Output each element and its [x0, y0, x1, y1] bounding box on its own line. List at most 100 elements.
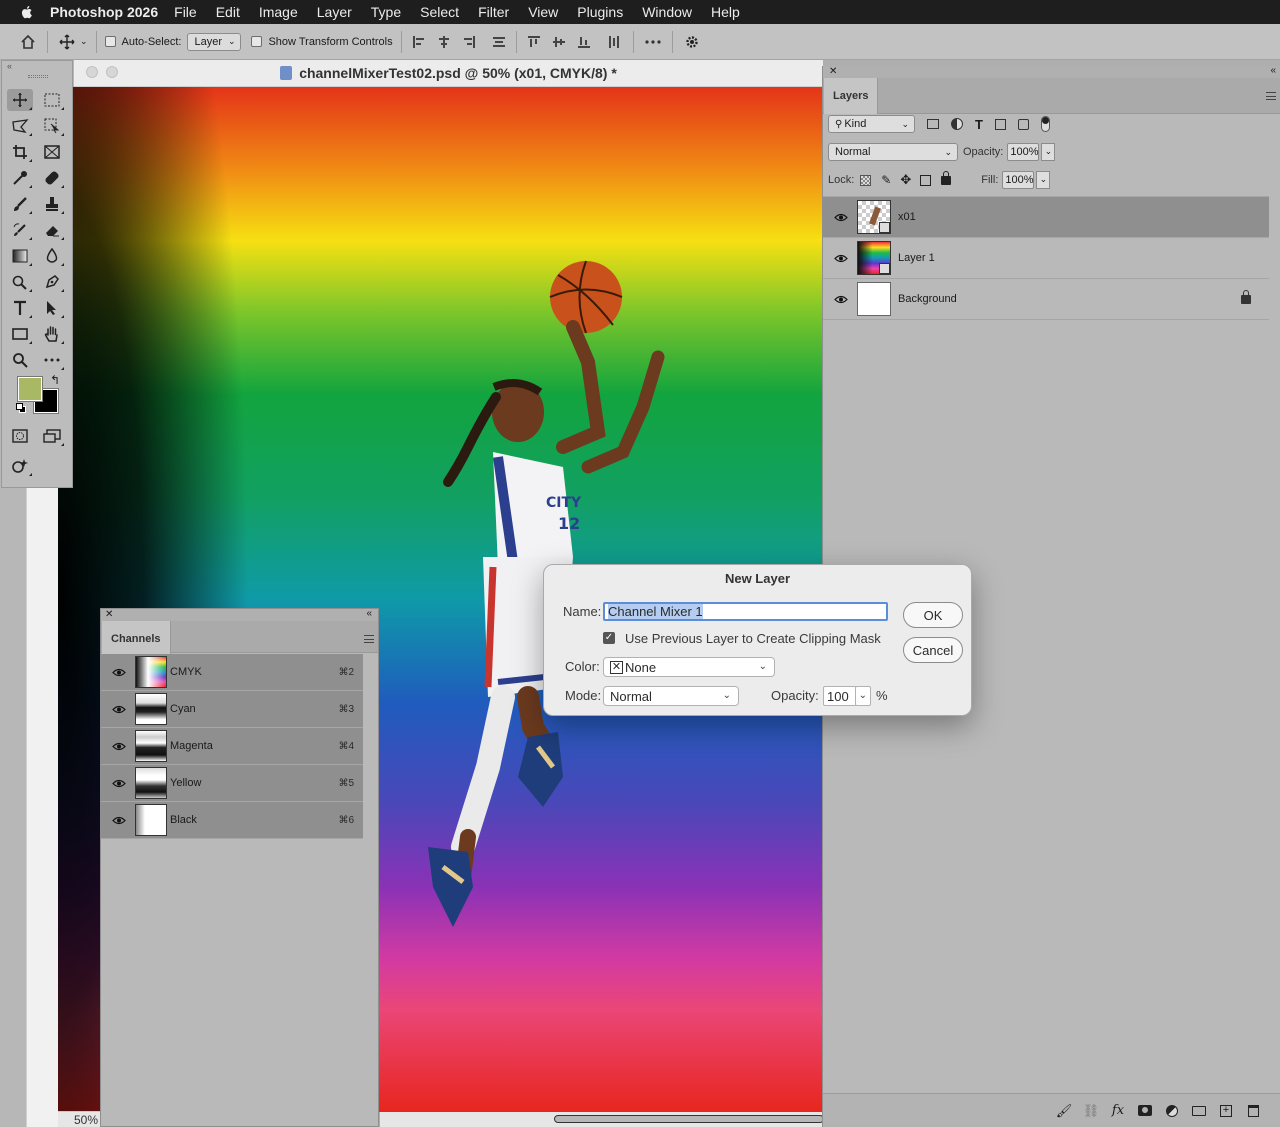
filter-toggle-icon[interactable]	[1040, 116, 1050, 132]
default-colors-icon[interactable]	[16, 403, 26, 413]
opacity-input[interactable]: 100	[823, 686, 857, 706]
filter-pixel-icon[interactable]	[927, 119, 939, 129]
menu-help[interactable]: Help	[711, 4, 740, 20]
layer-row-background[interactable]: Background	[823, 279, 1269, 320]
gradient-tool[interactable]	[7, 245, 33, 267]
eye-icon[interactable]	[834, 295, 848, 304]
fill-dropdown-icon[interactable]: ⌄	[1036, 171, 1051, 189]
align-right-icon[interactable]	[458, 31, 480, 53]
panel-menu-icon[interactable]	[1266, 92, 1276, 100]
blur-tool[interactable]	[40, 245, 66, 267]
crop-tool[interactable]	[7, 141, 33, 163]
opacity-stepper[interactable]: ⌄	[855, 686, 871, 706]
align-bottom-icon[interactable]	[573, 31, 595, 53]
marquee-tool[interactable]	[40, 89, 66, 111]
close-panel-icon[interactable]: ✕	[105, 609, 113, 620]
menu-window[interactable]: Window	[642, 4, 692, 20]
swap-colors-icon[interactable]: ↰	[50, 373, 60, 387]
horizontal-scrollbar[interactable]	[380, 1112, 824, 1127]
tool-preset-chevron-icon[interactable]: ⌄	[80, 36, 88, 47]
more-options-icon[interactable]	[642, 31, 664, 53]
distribute-icon[interactable]	[488, 31, 510, 53]
link-icon[interactable]: ⛓	[1083, 1103, 1100, 1119]
close-panel-icon[interactable]: ✕	[829, 66, 837, 77]
edit-toolbar-icon[interactable]	[40, 349, 66, 371]
apple-icon[interactable]	[18, 3, 36, 21]
menu-edit[interactable]: Edit	[216, 4, 240, 20]
layer-row-layer-1[interactable]: Layer 1	[823, 238, 1269, 279]
tab-layers[interactable]: Layers	[824, 78, 879, 114]
eye-icon[interactable]	[834, 213, 848, 222]
layers-panel-topbar[interactable]: ✕ «	[823, 65, 1280, 78]
eye-icon[interactable]	[112, 705, 126, 714]
align-top-icon[interactable]	[523, 31, 545, 53]
menu-select[interactable]: Select	[420, 4, 459, 20]
align-middle-v-icon[interactable]	[548, 31, 570, 53]
auto-select-target-select[interactable]: Layer ⌄	[187, 32, 242, 51]
document-tab[interactable]: channelMixerTest02.psd @ 50% (x01, CMYK/…	[74, 60, 823, 87]
app-name[interactable]: Photoshop 2026	[50, 4, 158, 20]
show-transform-checkbox[interactable]	[251, 36, 263, 47]
gear-icon[interactable]	[681, 31, 703, 53]
dodge-tool[interactable]	[7, 271, 33, 293]
rectangle-tool[interactable]	[7, 323, 33, 345]
eye-icon[interactable]	[112, 668, 126, 677]
blend-mode-select[interactable]: Normal ⌄	[828, 143, 958, 161]
adjustment-layer-icon[interactable]	[1164, 1103, 1180, 1119]
collapse-panel-icon[interactable]: «	[366, 608, 372, 619]
zoom-level[interactable]: 50%	[58, 1111, 106, 1127]
align-center-h-icon[interactable]	[433, 31, 455, 53]
lock-position-icon[interactable]: ✥	[900, 172, 911, 188]
tab-channels[interactable]: Channels	[102, 621, 171, 657]
foreground-color-swatch[interactable]	[17, 376, 43, 402]
eraser-tool[interactable]	[40, 219, 66, 241]
channel-row-magenta[interactable]: Magenta ⌘4	[101, 728, 363, 765]
eye-icon[interactable]	[112, 742, 126, 751]
cancel-button[interactable]: Cancel	[903, 637, 963, 663]
home-icon[interactable]	[17, 31, 39, 53]
opacity-dropdown-icon[interactable]: ⌄	[1041, 143, 1056, 161]
link-layers-brush-icon[interactable]: 🖌	[1056, 1103, 1073, 1119]
collapse-panel-icon[interactable]: «	[1270, 65, 1276, 76]
menu-image[interactable]: Image	[259, 4, 298, 20]
path-selection-tool[interactable]	[40, 297, 66, 319]
healing-brush-tool[interactable]	[40, 167, 66, 189]
align-left-icon[interactable]	[408, 31, 430, 53]
filter-kind-select[interactable]: ⚲ Kind ⌄	[828, 115, 915, 133]
eyedropper-tool[interactable]	[7, 167, 33, 189]
panel-menu-icon[interactable]	[364, 635, 374, 643]
lock-icon[interactable]	[1241, 290, 1251, 304]
pen-tool[interactable]	[40, 271, 66, 293]
distribute-vertical-icon[interactable]	[603, 31, 625, 53]
brush-tool[interactable]	[7, 193, 33, 215]
minimize-window-button[interactable]	[106, 66, 118, 78]
channel-row-cyan[interactable]: Cyan ⌘3	[101, 691, 363, 728]
lock-brush-icon[interactable]: ✎	[881, 173, 891, 187]
menu-filter[interactable]: Filter	[478, 4, 509, 20]
frame-tool[interactable]	[40, 141, 66, 163]
eye-icon[interactable]	[112, 779, 126, 788]
add-mask-icon[interactable]	[1137, 1103, 1153, 1119]
mode-select[interactable]: Normal ⌄	[603, 686, 739, 706]
clipping-mask-checkbox[interactable]: ✓	[603, 632, 615, 644]
color-select[interactable]: ✕ None ⌄	[603, 657, 775, 677]
channel-row-cmyk[interactable]: CMYK ⌘2	[101, 654, 363, 691]
filter-type-icon[interactable]: T	[975, 117, 983, 132]
close-window-button[interactable]	[86, 66, 98, 78]
tools-panel-header[interactable]: «	[2, 61, 72, 87]
fx-icon[interactable]: fx	[1110, 1103, 1126, 1119]
filter-smart-object-icon[interactable]	[1017, 118, 1029, 130]
clone-stamp-tool[interactable]	[40, 193, 66, 215]
menu-type[interactable]: Type	[371, 4, 401, 20]
layer-row-x01[interactable]: x01	[823, 197, 1269, 238]
fill-input[interactable]: 100%	[1002, 171, 1035, 189]
collapse-icon[interactable]: «	[7, 61, 12, 71]
menu-plugins[interactable]: Plugins	[577, 4, 623, 20]
layer-name-input[interactable]: Channel Mixer 1	[603, 602, 888, 621]
lock-transparent-icon[interactable]	[860, 174, 872, 186]
channel-row-black[interactable]: Black ⌘6	[101, 802, 363, 839]
menu-file[interactable]: File	[174, 4, 197, 20]
eye-icon[interactable]	[834, 254, 848, 263]
filter-shape-icon[interactable]	[994, 118, 1006, 130]
new-layer-icon[interactable]: +	[1218, 1103, 1234, 1119]
